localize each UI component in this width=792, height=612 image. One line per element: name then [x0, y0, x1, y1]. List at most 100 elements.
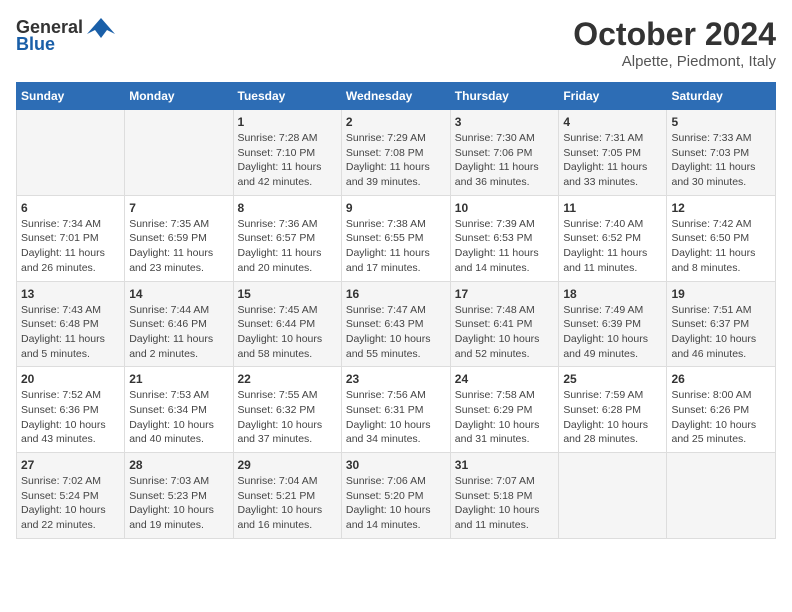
- day-info: Sunrise: 7:35 AMSunset: 6:59 PMDaylight:…: [129, 217, 228, 276]
- day-info: Sunrise: 7:42 AMSunset: 6:50 PMDaylight:…: [671, 217, 771, 276]
- day-header-friday: Friday: [559, 83, 667, 110]
- days-header-row: SundayMondayTuesdayWednesdayThursdayFrid…: [17, 83, 776, 110]
- calendar-cell: 1Sunrise: 7:28 AMSunset: 7:10 PMDaylight…: [233, 110, 341, 196]
- calendar-cell: 26 Sunrise: 8:00 AMSunset: 6:26 PMDayligh…: [667, 367, 776, 453]
- day-info: Sunrise: 7:39 AMSunset: 6:53 PMDaylight:…: [455, 217, 555, 276]
- calendar-cell: 30 Sunrise: 7:06 AMSunset: 5:20 PMDayligh…: [341, 453, 450, 539]
- calendar-cell: [667, 453, 776, 539]
- calendar-cell: 6Sunrise: 7:34 AMSunset: 7:01 PMDaylight…: [17, 195, 125, 281]
- calendar-week-row: 20Sunrise: 7:52 AMSunset: 6:36 PMDayligh…: [17, 367, 776, 453]
- day-info: Sunrise: 7:48 AMSunset: 6:41 PMDaylight:…: [455, 303, 555, 362]
- day-info: Sunrise: 7:06 AMSunset: 5:20 PMDaylight:…: [346, 474, 446, 533]
- day-number: 24: [455, 372, 555, 386]
- calendar-cell: 21 Sunrise: 7:53 AMSunset: 6:34 PMDayligh…: [125, 367, 233, 453]
- day-number: 21: [129, 372, 228, 386]
- calendar-cell: 10 Sunrise: 7:39 AMSunset: 6:53 PMDayligh…: [450, 195, 559, 281]
- location: Alpette, Piedmont, Italy: [573, 53, 776, 70]
- calendar-week-row: 27 Sunrise: 7:02 AMSunset: 5:24 PMDayligh…: [17, 453, 776, 539]
- calendar-cell: 20Sunrise: 7:52 AMSunset: 6:36 PMDayligh…: [17, 367, 125, 453]
- day-info: Sunrise: 7:02 AMSunset: 5:24 PMDaylight:…: [21, 474, 120, 533]
- day-info: Sunrise: 7:55 AMSunset: 6:32 PMDaylight:…: [238, 388, 337, 447]
- day-info: Sunrise: 7:28 AMSunset: 7:10 PMDaylight:…: [238, 131, 337, 190]
- calendar-cell: 16 Sunrise: 7:47 AMSunset: 6:43 PMDayligh…: [341, 281, 450, 367]
- day-number: 19: [671, 287, 771, 301]
- calendar-cell: 12 Sunrise: 7:42 AMSunset: 6:50 PMDayligh…: [667, 195, 776, 281]
- day-info: Sunrise: 7:53 AMSunset: 6:34 PMDaylight:…: [129, 388, 228, 447]
- calendar-cell: 22 Sunrise: 7:55 AMSunset: 6:32 PMDayligh…: [233, 367, 341, 453]
- day-header-wednesday: Wednesday: [341, 83, 450, 110]
- day-number: 14: [129, 287, 228, 301]
- calendar-week-row: 13 Sunrise: 7:43 AMSunset: 6:48 PMDayligh…: [17, 281, 776, 367]
- day-number: 23: [346, 372, 446, 386]
- calendar-week-row: 1Sunrise: 7:28 AMSunset: 7:10 PMDaylight…: [17, 110, 776, 196]
- day-info: Sunrise: 7:38 AMSunset: 6:55 PMDaylight:…: [346, 217, 446, 276]
- title-area: October 2024 Alpette, Piedmont, Italy: [573, 16, 776, 70]
- calendar-cell: 8 Sunrise: 7:36 AMSunset: 6:57 PMDaylight…: [233, 195, 341, 281]
- calendar-cell: 27 Sunrise: 7:02 AMSunset: 5:24 PMDayligh…: [17, 453, 125, 539]
- day-number: 10: [455, 201, 555, 215]
- day-number: 5: [671, 115, 771, 129]
- day-number: 11: [563, 201, 662, 215]
- day-info: Sunrise: 7:30 AMSunset: 7:06 PMDaylight:…: [455, 131, 555, 190]
- day-number: 30: [346, 458, 446, 472]
- day-info: Sunrise: 7:56 AMSunset: 6:31 PMDaylight:…: [346, 388, 446, 447]
- day-info: Sunrise: 7:29 AMSunset: 7:08 PMDaylight:…: [346, 131, 446, 190]
- day-number: 4: [563, 115, 662, 129]
- logo-blue-text: Blue: [16, 34, 55, 55]
- calendar-cell: 17Sunrise: 7:48 AMSunset: 6:41 PMDayligh…: [450, 281, 559, 367]
- calendar-cell: 14Sunrise: 7:44 AMSunset: 6:46 PMDayligh…: [125, 281, 233, 367]
- header: General Blue October 2024 Alpette, Piedm…: [16, 16, 776, 70]
- calendar-cell: 7 Sunrise: 7:35 AMSunset: 6:59 PMDaylight…: [125, 195, 233, 281]
- day-info: Sunrise: 8:00 AMSunset: 6:26 PMDaylight:…: [671, 388, 771, 447]
- day-info: Sunrise: 7:49 AMSunset: 6:39 PMDaylight:…: [563, 303, 662, 362]
- day-header-thursday: Thursday: [450, 83, 559, 110]
- calendar-cell: 4 Sunrise: 7:31 AMSunset: 7:05 PMDaylight…: [559, 110, 667, 196]
- day-number: 7: [129, 201, 228, 215]
- day-info: Sunrise: 7:52 AMSunset: 6:36 PMDaylight:…: [21, 388, 120, 447]
- day-info: Sunrise: 7:33 AMSunset: 7:03 PMDaylight:…: [671, 131, 771, 190]
- calendar-cell: 18Sunrise: 7:49 AMSunset: 6:39 PMDayligh…: [559, 281, 667, 367]
- day-number: 25: [563, 372, 662, 386]
- calendar-cell: 29 Sunrise: 7:04 AMSunset: 5:21 PMDayligh…: [233, 453, 341, 539]
- calendar-cell: 13 Sunrise: 7:43 AMSunset: 6:48 PMDayligh…: [17, 281, 125, 367]
- day-number: 26: [671, 372, 771, 386]
- calendar-table: SundayMondayTuesdayWednesdayThursdayFrid…: [16, 82, 776, 539]
- logo: General Blue: [16, 16, 115, 55]
- day-info: Sunrise: 7:31 AMSunset: 7:05 PMDaylight:…: [563, 131, 662, 190]
- day-number: 3: [455, 115, 555, 129]
- day-number: 28: [129, 458, 228, 472]
- month-title: October 2024: [573, 16, 776, 53]
- day-info: Sunrise: 7:03 AMSunset: 5:23 PMDaylight:…: [129, 474, 228, 533]
- logo-bird-icon: [87, 16, 115, 38]
- day-number: 31: [455, 458, 555, 472]
- day-info: Sunrise: 7:58 AMSunset: 6:29 PMDaylight:…: [455, 388, 555, 447]
- calendar-cell: 15Sunrise: 7:45 AMSunset: 6:44 PMDayligh…: [233, 281, 341, 367]
- day-number: 12: [671, 201, 771, 215]
- calendar-cell: 23 Sunrise: 7:56 AMSunset: 6:31 PMDayligh…: [341, 367, 450, 453]
- calendar-cell: [559, 453, 667, 539]
- day-header-saturday: Saturday: [667, 83, 776, 110]
- calendar-cell: 9Sunrise: 7:38 AMSunset: 6:55 PMDaylight…: [341, 195, 450, 281]
- day-number: 29: [238, 458, 337, 472]
- day-info: Sunrise: 7:47 AMSunset: 6:43 PMDaylight:…: [346, 303, 446, 362]
- calendar-cell: 28 Sunrise: 7:03 AMSunset: 5:23 PMDayligh…: [125, 453, 233, 539]
- calendar-cell: 2Sunrise: 7:29 AMSunset: 7:08 PMDaylight…: [341, 110, 450, 196]
- day-number: 16: [346, 287, 446, 301]
- calendar-cell: [125, 110, 233, 196]
- day-number: 13: [21, 287, 120, 301]
- day-number: 22: [238, 372, 337, 386]
- calendar-cell: 3 Sunrise: 7:30 AMSunset: 7:06 PMDaylight…: [450, 110, 559, 196]
- day-header-monday: Monday: [125, 83, 233, 110]
- day-info: Sunrise: 7:34 AMSunset: 7:01 PMDaylight:…: [21, 217, 120, 276]
- calendar-cell: [17, 110, 125, 196]
- day-info: Sunrise: 7:40 AMSunset: 6:52 PMDaylight:…: [563, 217, 662, 276]
- day-header-tuesday: Tuesday: [233, 83, 341, 110]
- calendar-cell: 31 Sunrise: 7:07 AMSunset: 5:18 PMDayligh…: [450, 453, 559, 539]
- day-info: Sunrise: 7:36 AMSunset: 6:57 PMDaylight:…: [238, 217, 337, 276]
- day-info: Sunrise: 7:43 AMSunset: 6:48 PMDaylight:…: [21, 303, 120, 362]
- day-info: Sunrise: 7:07 AMSunset: 5:18 PMDaylight:…: [455, 474, 555, 533]
- day-header-sunday: Sunday: [17, 83, 125, 110]
- day-number: 8: [238, 201, 337, 215]
- day-info: Sunrise: 7:04 AMSunset: 5:21 PMDaylight:…: [238, 474, 337, 533]
- day-number: 27: [21, 458, 120, 472]
